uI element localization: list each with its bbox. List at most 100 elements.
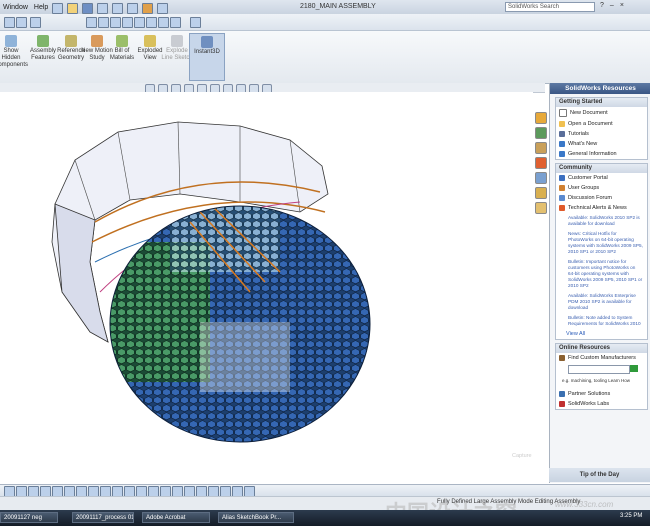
options-icon[interactable]: [30, 17, 41, 28]
tutorials-link[interactable]: Tutorials: [556, 129, 647, 139]
design-library-icon[interactable]: [535, 127, 547, 139]
technical-alerts-link[interactable]: Technical Alerts & News: [556, 203, 647, 213]
item-label: New Document: [570, 110, 608, 116]
select-icon[interactable]: [127, 3, 138, 14]
menu-window[interactable]: Window: [3, 4, 28, 11]
item-label: General Information: [568, 151, 617, 157]
watermark-url: www.333cn.com: [555, 500, 614, 509]
os-taskbar: 20091127 neg 20091117_process 01... Adob…: [0, 510, 650, 526]
cmd-label: Assembly Features: [29, 48, 56, 61]
instant3d-button[interactable]: Instant3D: [189, 33, 225, 81]
community-section: Community Customer Portal User Groups Di…: [555, 163, 648, 340]
taskbar-button[interactable]: Adobe Acrobat: [142, 512, 210, 523]
section-header: Getting Started: [556, 98, 647, 107]
command-manager: Show Hidden Components Assembly Features…: [0, 31, 650, 84]
info-icon: [559, 151, 565, 157]
cmd-label: Instant3D: [194, 49, 220, 55]
home-tab-icon[interactable]: [535, 112, 547, 124]
custom-properties-icon[interactable]: [535, 202, 547, 214]
graphics-area[interactable]: [0, 92, 533, 484]
minimize-icon[interactable]: –: [610, 2, 614, 9]
view-left-icon[interactable]: [158, 17, 169, 28]
open-document-link[interactable]: Open a Document: [556, 119, 647, 129]
item-label: Find Custom Manufacturers: [568, 355, 636, 361]
clock: 3:25 PM: [620, 513, 643, 519]
document-icon: [559, 109, 567, 117]
solidworks-labs-link[interactable]: SolidWorks Labs: [556, 399, 647, 409]
file-explorer-icon[interactable]: [535, 142, 547, 154]
help-icon[interactable]: ?: [600, 2, 604, 9]
whats-new-link[interactable]: What's New: [556, 139, 647, 149]
news-item[interactable]: Bulletin: Important notice for customers…: [556, 257, 647, 291]
assembly-features-icon: [37, 35, 49, 47]
undo-icon[interactable]: [112, 3, 123, 14]
item-label: Technical Alerts & News: [568, 205, 627, 211]
shaded-icon[interactable]: [190, 17, 201, 28]
news-item[interactable]: Bulletin: Note added to System Requireme…: [556, 313, 647, 329]
manufacturer-examples[interactable]: e.g. machining, tooling Learn How: [556, 378, 647, 383]
view-palette-icon[interactable]: [535, 172, 547, 184]
portal-icon: [559, 175, 565, 181]
cmd-label: Exploded View: [137, 48, 163, 61]
appearances-icon[interactable]: [535, 187, 547, 199]
news-item[interactable]: Available: SolidWorks Enterprise PDM 201…: [556, 291, 647, 313]
item-label: Open a Document: [568, 121, 613, 127]
standard-toolbar: [0, 14, 650, 31]
view-top-icon[interactable]: [98, 17, 109, 28]
labs-icon: [559, 401, 565, 407]
manufacturer-input[interactable]: [568, 365, 630, 374]
exploded-view-icon: [144, 35, 156, 47]
menu-bar: Window Help: [0, 1, 48, 13]
partner-solutions-link[interactable]: Partner Solutions: [556, 389, 647, 399]
view-back-icon[interactable]: [134, 17, 145, 28]
forum-icon: [559, 195, 565, 201]
general-information-link[interactable]: General Information: [556, 149, 647, 159]
view-bottom-icon[interactable]: [146, 17, 157, 28]
view-front-icon[interactable]: [86, 17, 97, 28]
search-tab-icon[interactable]: [535, 157, 547, 169]
quick-access-toolbar: [52, 3, 168, 14]
view-iso-icon[interactable]: [122, 17, 133, 28]
view-right-icon[interactable]: [110, 17, 121, 28]
cmd-label: Explode Line Sketch: [161, 48, 193, 61]
view-all-link[interactable]: View All: [556, 329, 647, 339]
rebuild-icon[interactable]: [142, 3, 153, 14]
rebuild-icon[interactable]: [4, 17, 15, 28]
customer-portal-link[interactable]: Customer Portal: [556, 173, 647, 183]
open-icon[interactable]: [67, 3, 78, 14]
normal-to-icon[interactable]: [170, 17, 181, 28]
properties-icon[interactable]: [16, 17, 27, 28]
user-groups-link[interactable]: User Groups: [556, 183, 647, 193]
news-item[interactable]: Available: SolidWorks 2010 SP2 is availa…: [556, 213, 647, 229]
explode-line-icon: [171, 35, 183, 47]
section-header: Community: [556, 164, 647, 173]
save-icon[interactable]: [82, 3, 93, 14]
new-document-link[interactable]: New Document: [556, 107, 647, 119]
getting-started-section: Getting Started New Document Open a Docu…: [555, 97, 648, 160]
news-item[interactable]: News: Critical Hotfix for PhotoWorks on …: [556, 229, 647, 257]
manufacturer-icon: [559, 355, 565, 361]
new-icon[interactable]: [52, 3, 63, 14]
taskbar-button[interactable]: 20091127 neg: [0, 512, 58, 523]
assembly-model: [51, 121, 371, 443]
menu-help[interactable]: Help: [34, 4, 48, 11]
online-resources-section: Online Resources Find Custom Manufacture…: [555, 343, 648, 410]
question-icon: [559, 141, 565, 147]
options-icon[interactable]: [157, 3, 168, 14]
folder-icon: [559, 121, 565, 127]
item-label: Customer Portal: [568, 175, 608, 181]
resources-panel: SolidWorks Resources Getting Started New…: [549, 83, 650, 483]
search-input[interactable]: SolidWorks Search: [505, 2, 595, 12]
bom-icon: [116, 35, 128, 47]
print-icon[interactable]: [97, 3, 108, 14]
tip-of-the-day[interactable]: Tip of the Day: [549, 468, 650, 482]
taskbar-button[interactable]: Alias SketchBook Pr...: [218, 512, 294, 523]
go-button[interactable]: [630, 365, 638, 372]
discussion-forum-link[interactable]: Discussion Forum: [556, 193, 647, 203]
taskbar-button[interactable]: 20091117_process 01...: [72, 512, 134, 523]
close-icon[interactable]: ×: [620, 2, 624, 9]
show-hidden-components-button[interactable]: Show Hidden Components: [0, 33, 28, 69]
partner-icon: [559, 391, 565, 397]
item-label: User Groups: [568, 185, 600, 191]
show-hidden-icon: [5, 35, 17, 47]
